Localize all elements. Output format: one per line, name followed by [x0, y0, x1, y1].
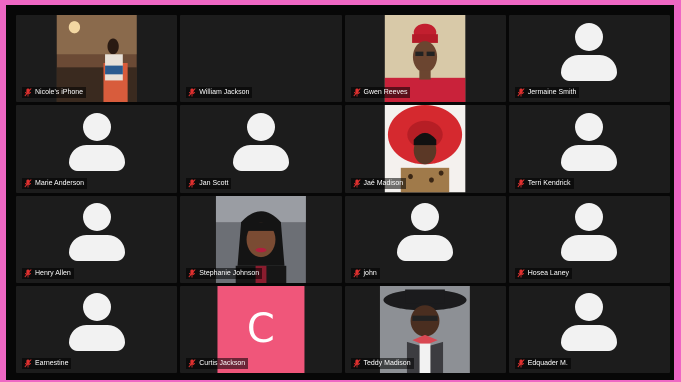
- person-silhouette-icon: [560, 112, 618, 171]
- participant-name: Jaé Madison: [363, 179, 404, 187]
- participant-tile[interactable]: Teddy Madison: [344, 285, 506, 373]
- participant-name: Jan Scott: [199, 179, 229, 187]
- microphone-muted-icon: [24, 359, 32, 368]
- participant-nameplate: john: [350, 267, 380, 279]
- microphone-muted-icon: [188, 359, 196, 368]
- participant-name: William Jackson: [199, 89, 250, 97]
- participant-nameplate: Marie Anderson: [22, 177, 88, 189]
- microphone-muted-icon: [24, 268, 32, 278]
- participant-nameplate: Earnestine: [22, 358, 72, 369]
- person-silhouette-icon: [232, 112, 290, 171]
- microphone-muted-icon: [517, 88, 525, 97]
- participant-initial: C: [246, 306, 275, 353]
- microphone-muted-icon: [352, 268, 361, 278]
- participant-tile[interactable]: Earnestine: [16, 285, 178, 373]
- participant-nameplate: Henry Allen: [22, 267, 74, 279]
- participant-nameplate: William Jackson: [186, 87, 253, 99]
- participant-tile[interactable]: C Curtis Jackson: [180, 285, 342, 373]
- participant-name: Marie Anderson: [35, 179, 85, 187]
- participant-name: john: [363, 269, 377, 277]
- participant-nameplate: Stephanie Johnson: [186, 267, 263, 279]
- microphone-muted-icon: [352, 88, 361, 97]
- participant-nameplate: Curtis Jackson: [186, 358, 249, 369]
- participant-nameplate: Terri Kendrick: [514, 177, 574, 189]
- microphone-muted-icon: [517, 359, 525, 368]
- participant-nameplate: Jaé Madison: [350, 177, 407, 189]
- participant-tile[interactable]: Gwen Reeves: [344, 15, 506, 103]
- participant-name: Henry Allen: [35, 269, 71, 277]
- participant-tile[interactable]: Jan Scott: [180, 105, 342, 193]
- participant-name: Curtis Jackson: [199, 360, 246, 367]
- participant-tile[interactable]: Hosea Laney: [508, 195, 670, 283]
- participant-name: Teddy Madison: [363, 360, 411, 367]
- participant-name: Gwen Reeves: [363, 89, 408, 97]
- participant-name: Jermaine Smith: [527, 89, 577, 97]
- participant-tile[interactable]: Jaé Madison: [344, 105, 506, 193]
- microphone-muted-icon: [24, 178, 32, 187]
- microphone-muted-icon: [517, 178, 525, 187]
- participant-name: Earnestine: [35, 360, 69, 367]
- participant-nameplate: Gwen Reeves: [350, 87, 411, 99]
- microphone-muted-icon: [352, 359, 361, 368]
- participant-tile[interactable]: Marie Anderson: [16, 105, 178, 193]
- participant-name: Terri Kendrick: [527, 179, 571, 187]
- participant-tile[interactable]: William Jackson: [180, 15, 342, 103]
- participant-name: Nicole's iPhone: [35, 89, 84, 97]
- person-silhouette-icon: [68, 112, 126, 171]
- participant-tile[interactable]: Stephanie Johnson: [180, 195, 342, 283]
- person-silhouette-icon: [560, 293, 618, 352]
- participant-nameplate: Edquader M.: [514, 358, 571, 369]
- person-silhouette-icon: [68, 293, 126, 352]
- participant-tile[interactable]: Jermaine Smith: [508, 15, 670, 103]
- participant-tile[interactable]: john: [344, 195, 506, 283]
- participant-tile[interactable]: Terri Kendrick: [508, 105, 670, 193]
- microphone-muted-icon: [188, 88, 196, 97]
- person-silhouette-icon: [560, 22, 618, 81]
- microphone-muted-icon: [352, 178, 361, 187]
- participant-name: Edquader M.: [527, 360, 568, 367]
- person-silhouette-icon: [396, 203, 454, 262]
- participant-tile[interactable]: Edquader M.: [508, 285, 670, 373]
- microphone-muted-icon: [24, 88, 32, 97]
- participant-grid: Nicole's iPhone William Jackson Gwen Ree…: [16, 15, 670, 373]
- microphone-muted-icon: [188, 178, 196, 187]
- zoom-gallery-window: Nicole's iPhone William Jackson Gwen Ree…: [6, 5, 674, 380]
- participant-name: Hosea Laney: [527, 269, 570, 277]
- participant-nameplate: Jermaine Smith: [514, 87, 580, 99]
- participant-nameplate: Teddy Madison: [350, 358, 414, 369]
- person-silhouette-icon: [68, 203, 126, 262]
- participant-tile[interactable]: Nicole's iPhone: [16, 15, 178, 103]
- participant-nameplate: Hosea Laney: [514, 267, 573, 279]
- microphone-muted-icon: [517, 268, 525, 278]
- person-silhouette-icon: [560, 203, 618, 262]
- microphone-muted-icon: [188, 268, 196, 278]
- participant-nameplate: Nicole's iPhone: [22, 87, 87, 99]
- participant-name: Stephanie Johnson: [199, 269, 260, 277]
- participant-tile[interactable]: Henry Allen: [16, 195, 178, 283]
- participant-nameplate: Jan Scott: [186, 177, 232, 189]
